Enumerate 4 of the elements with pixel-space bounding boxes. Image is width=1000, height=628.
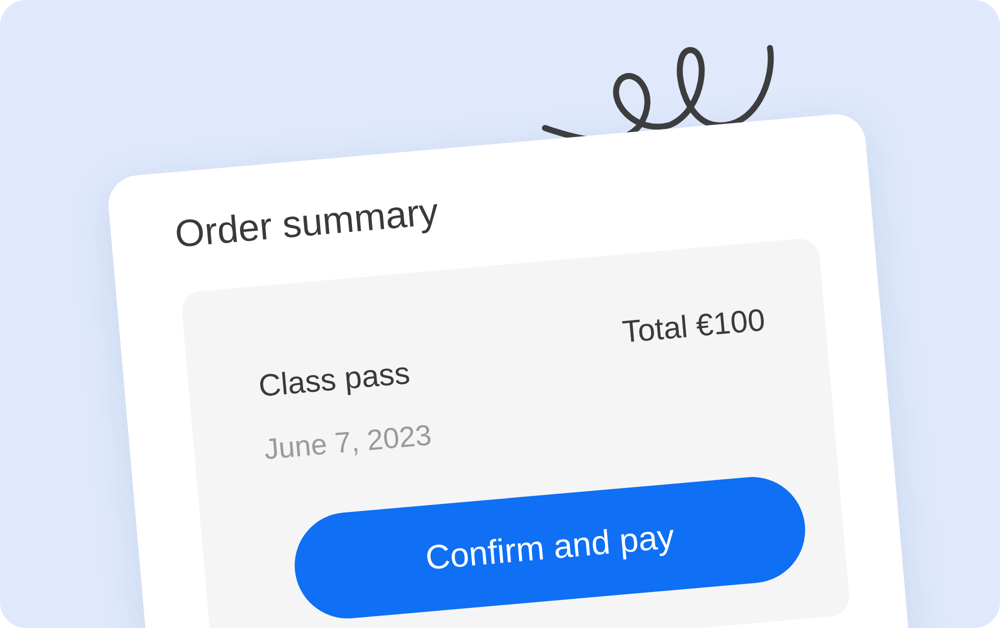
item-date: June 7, 2023 xyxy=(262,420,433,468)
order-total: Total €100 xyxy=(620,302,766,351)
card-title: Order summary xyxy=(173,190,441,258)
item-name: Class pass xyxy=(257,354,412,404)
